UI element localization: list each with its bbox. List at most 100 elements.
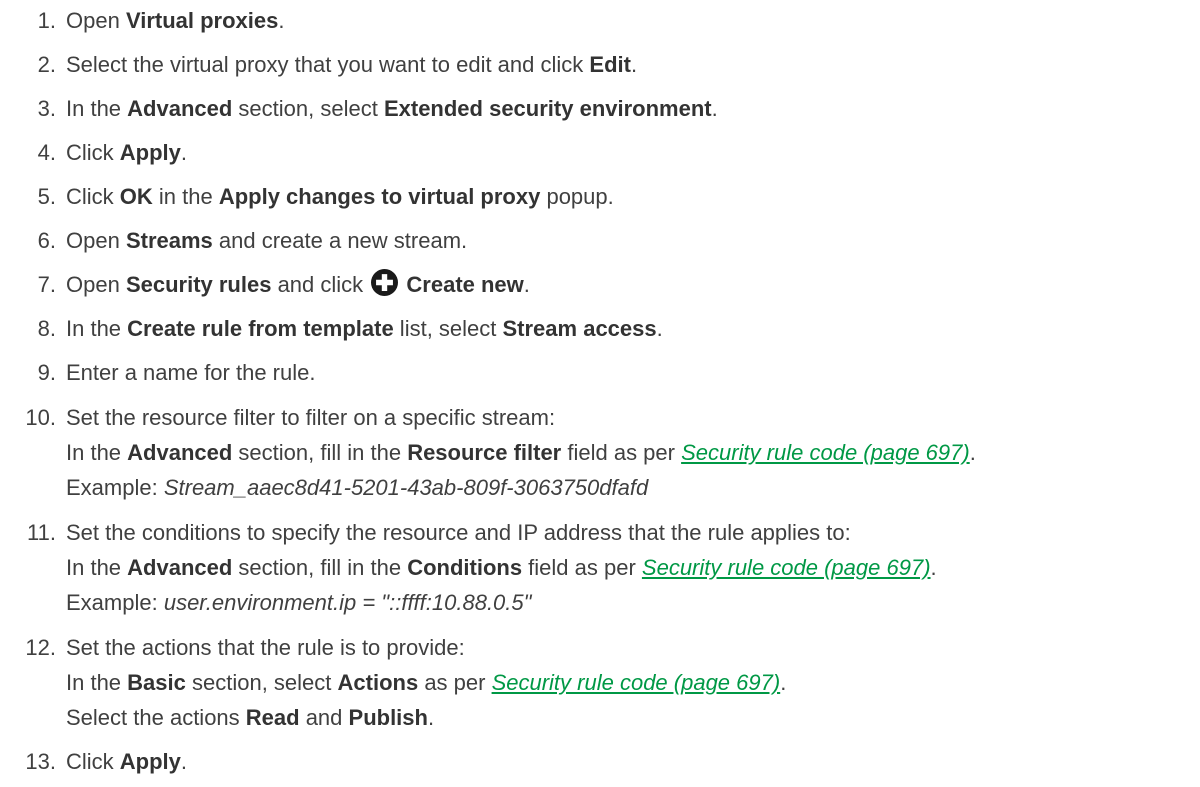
step-text: .: [930, 555, 937, 580]
step-number: 9: [0, 356, 56, 390]
step-text: In the: [66, 96, 128, 121]
step-text: section, fill in the: [232, 555, 408, 580]
step-text: and create a new stream.: [212, 228, 468, 253]
ui-term: Create rule from template: [127, 316, 394, 341]
step-text: .: [180, 140, 188, 165]
step-text: Example:: [66, 475, 164, 500]
step-text: .: [656, 316, 663, 341]
ui-term: Apply: [119, 749, 181, 774]
step-number: 1: [0, 4, 56, 38]
list-item: 7 Open Security rules and click Create ne…: [0, 268, 1200, 302]
step-number: 10: [0, 400, 56, 435]
step-body: Open Security rules and click Create new…: [66, 269, 530, 297]
step-text: .: [180, 749, 188, 774]
step-text: field as per: [561, 440, 682, 465]
cross-reference-link[interactable]: Security rule code (page 697): [642, 555, 931, 580]
step-line: Select the actions Read and Publish.: [66, 700, 1200, 735]
step-number: 7: [0, 268, 56, 302]
step-text: .: [523, 272, 530, 297]
list-item: 6 Open Streams and create a new stream.: [0, 224, 1200, 258]
step-number: 13: [0, 745, 56, 779]
ui-term: Apply changes to virtual proxy: [218, 184, 541, 209]
cross-reference-link[interactable]: Security rule code (page 697): [492, 670, 781, 695]
step-text: and: [299, 705, 349, 730]
step-text: In the: [66, 670, 128, 695]
step-text: section, select: [232, 96, 384, 121]
step-number: 5: [0, 180, 56, 214]
ui-term: Advanced: [127, 555, 233, 580]
step-body: Enter a name for the rule.: [66, 360, 315, 385]
step-text: Set the conditions to specify the resour…: [66, 520, 851, 545]
step-body: Click Apply.: [66, 140, 187, 165]
list-item: 3 In the Advanced section, select Extende…: [0, 92, 1200, 126]
ui-term: Advanced: [127, 96, 233, 121]
step-line: Set the actions that the rule is to prov…: [66, 630, 1200, 665]
step-number: 12: [0, 630, 56, 665]
step-body: Select the virtual proxy that you want t…: [66, 52, 637, 77]
step-text: Select the actions: [66, 705, 246, 730]
step-body: Open Virtual proxies.: [66, 8, 285, 33]
step-text: in the: [152, 184, 219, 209]
step-text: Open: [66, 228, 126, 253]
ui-term: Security rules: [125, 272, 272, 297]
ui-term: Stream access: [502, 316, 657, 341]
step-line: Example: Stream_aaec8d41-5201-43ab-809f-…: [66, 470, 1200, 505]
ui-term: Conditions: [407, 555, 523, 580]
list-item: 8 In the Create rule from template list, …: [0, 312, 1200, 346]
step-text: .: [427, 705, 435, 730]
ui-term: Read: [245, 705, 300, 730]
step-text: In the: [66, 440, 128, 465]
list-item: 4 Click Apply.: [0, 136, 1200, 170]
list-item: 13 Click Apply.: [0, 745, 1200, 779]
step-line: Example: user.environment.ip = "::ffff:1…: [66, 585, 1200, 620]
step-number: 3: [0, 92, 56, 126]
ui-term: Resource filter: [407, 440, 562, 465]
step-text: Click: [66, 749, 120, 774]
step-number: 8: [0, 312, 56, 346]
example-code: user.environment.ip = "::ffff:10.88.0.5": [163, 590, 532, 615]
ui-term: Streams: [125, 228, 213, 253]
step-text: Click: [66, 140, 120, 165]
step-text: Example:: [66, 590, 164, 615]
step-number: 2: [0, 48, 56, 82]
list-item: 1 Open Virtual proxies.: [0, 4, 1200, 38]
step-text: Enter a name for the rule.: [66, 360, 316, 385]
step-line: Set the resource filter to filter on a s…: [66, 400, 1200, 435]
step-text: .: [278, 8, 285, 33]
ui-term: Edit: [589, 52, 631, 77]
ui-term: Create new: [400, 272, 524, 297]
ui-term: OK: [119, 184, 153, 209]
list-item: 12 Set the actions that the rule is to pr…: [0, 630, 1200, 735]
step-body: Click Apply.: [66, 749, 187, 774]
step-line: Set the conditions to specify the resour…: [66, 515, 1200, 550]
step-text: Set the actions that the rule is to prov…: [66, 635, 465, 660]
list-item: 2 Select the virtual proxy that you want …: [0, 48, 1200, 82]
step-text: Select the virtual proxy that you want t…: [66, 52, 590, 77]
step-text: .: [711, 96, 718, 121]
step-text: field as per: [522, 555, 642, 580]
step-text: as per: [418, 670, 492, 695]
list-item: 11 Set the conditions to specify the reso…: [0, 515, 1200, 620]
ui-term: Virtual proxies: [125, 8, 279, 33]
plus-circle-icon: [371, 269, 399, 296]
step-body: Click OK in the Apply changes to virtual…: [66, 184, 614, 209]
ui-term: Extended security environment: [383, 96, 712, 121]
step-text: .: [780, 670, 787, 695]
ui-term: Publish: [348, 705, 428, 730]
list-item: 10 Set the resource filter to filter on a…: [0, 400, 1200, 505]
step-text: In the: [66, 555, 128, 580]
step-text: Open: [66, 8, 126, 33]
step-body: In the Create rule from template list, s…: [66, 316, 663, 341]
step-text: Open: [66, 272, 126, 297]
step-text: section, fill in the: [232, 440, 408, 465]
step-text: .: [630, 52, 638, 77]
step-body: In the Advanced section, select Extended…: [66, 96, 718, 121]
step-text: list, select: [393, 316, 503, 341]
ui-term: Apply: [119, 140, 181, 165]
cross-reference-link[interactable]: Security rule code (page 697): [681, 440, 970, 465]
step-text: Click: [66, 184, 120, 209]
step-line: In the Advanced section, fill in the Res…: [66, 435, 1200, 470]
step-line: In the Basic section, select Actions as …: [66, 665, 1200, 700]
step-line: In the Advanced section, fill in the Con…: [66, 550, 1200, 585]
ui-term: Basic: [127, 670, 186, 695]
